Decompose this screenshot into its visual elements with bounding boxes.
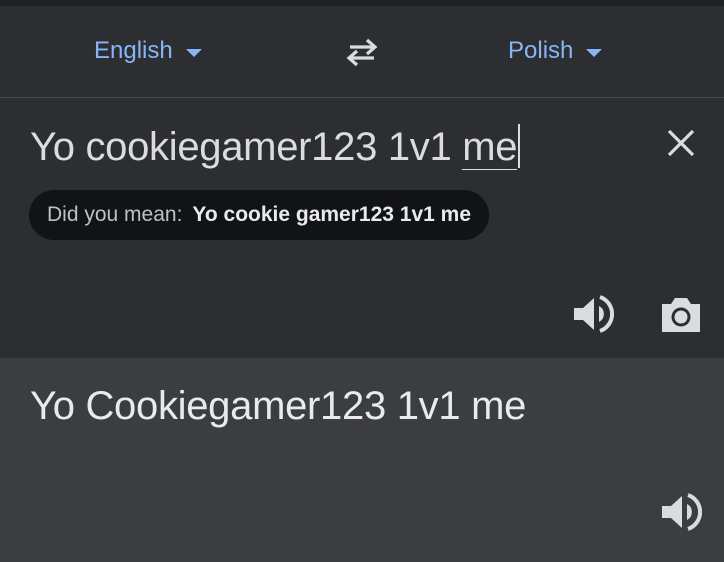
translation-output-panel: Yo Cookiegamer123 1v1 me xyxy=(0,358,724,562)
translate-app: English Polish Yo cookiegamer123 1v1 me xyxy=(0,0,724,562)
listen-source-button[interactable] xyxy=(572,294,614,334)
speaker-icon xyxy=(662,493,702,531)
swap-languages-button[interactable] xyxy=(342,36,382,68)
source-language-label: English xyxy=(94,37,173,64)
text-cursor xyxy=(518,124,521,168)
source-text-input[interactable]: Yo cookiegamer123 1v1 me xyxy=(30,124,521,170)
did-you-mean-chip[interactable]: Did you mean: Yo cookie gamer123 1v1 me xyxy=(29,190,490,240)
speaker-icon xyxy=(574,295,614,333)
camera-input-button[interactable] xyxy=(658,294,704,334)
did-you-mean-label: Did you mean: xyxy=(47,203,183,226)
language-bar: English Polish xyxy=(0,6,724,98)
source-text-main: Yo cookiegamer123 1v1 xyxy=(30,125,463,169)
camera-icon xyxy=(662,298,700,332)
close-icon xyxy=(667,129,695,157)
source-language-selector[interactable]: English xyxy=(94,34,202,68)
translation-text: Yo Cookiegamer123 1v1 me xyxy=(30,384,527,428)
caret-down-icon xyxy=(185,49,202,57)
swap-arrows-icon xyxy=(346,38,378,67)
source-input-panel[interactable]: Yo cookiegamer123 1v1 me Did you mean: Y… xyxy=(0,98,724,358)
caret-down-icon xyxy=(586,49,603,57)
target-language-selector[interactable]: Polish xyxy=(508,34,603,68)
clear-text-button[interactable] xyxy=(664,126,698,160)
target-language-label: Polish xyxy=(508,37,574,64)
source-text-last-word: me xyxy=(462,125,518,170)
suggested-correction[interactable]: Yo cookie gamer123 1v1 me xyxy=(192,203,471,227)
listen-translation-button[interactable] xyxy=(660,492,702,532)
